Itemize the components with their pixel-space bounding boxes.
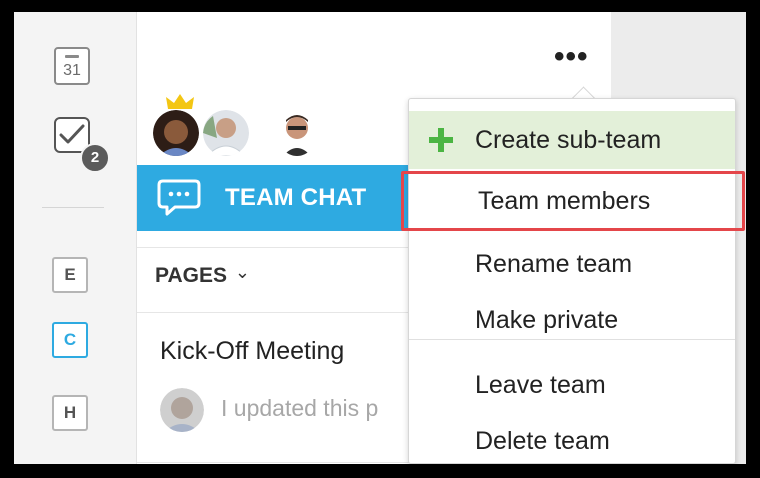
menu-divider xyxy=(409,339,735,340)
checkmark-icon xyxy=(59,124,85,144)
left-rail: 31 2 E C H xyxy=(14,12,137,464)
menu-item-label: Delete team xyxy=(475,427,610,455)
create-sub-team-item[interactable]: Create sub-team xyxy=(409,111,735,169)
avatar-member-2[interactable] xyxy=(203,110,249,156)
divider xyxy=(137,462,437,463)
task-count-badge: 2 xyxy=(80,143,110,173)
page-item-author-avatar xyxy=(160,388,204,432)
team-chat-label: TEAM CHAT xyxy=(225,184,367,211)
pages-dropdown[interactable]: PAGES ⌄ xyxy=(155,262,250,288)
divider xyxy=(137,247,437,248)
rail-divider xyxy=(42,207,104,208)
menu-item-label: Rename team xyxy=(475,250,633,278)
team-letter-c[interactable]: C xyxy=(52,322,88,358)
team-members-item[interactable]: Team members xyxy=(401,171,745,231)
menu-item-label: Make private xyxy=(475,306,619,334)
menu-item-label: Create sub-team xyxy=(475,126,662,154)
plus-icon xyxy=(429,128,453,152)
pages-label: PAGES xyxy=(155,264,227,287)
team-chat-tab[interactable]: TEAM CHAT xyxy=(137,165,437,231)
calendar-icon[interactable]: 31 xyxy=(54,47,90,85)
crown-icon xyxy=(166,94,194,109)
delete-team-item[interactable]: Delete team xyxy=(409,412,735,464)
leave-team-item[interactable]: Leave team xyxy=(409,356,735,414)
avatar-member-3[interactable] xyxy=(277,110,317,156)
more-dots-icon[interactable]: ••• xyxy=(554,42,589,72)
chat-bubble-icon xyxy=(157,179,201,216)
team-letter-e[interactable]: E xyxy=(52,257,88,293)
page-item-title[interactable]: Kick-Off Meeting xyxy=(160,337,344,366)
chevron-down-icon: ⌄ xyxy=(234,262,250,282)
page-item-snippet: I updated this p xyxy=(221,395,379,421)
calendar-bar xyxy=(65,55,79,58)
menu-item-label: Leave team xyxy=(475,371,606,399)
team-options-menu: Create sub-team Team members Rename team… xyxy=(401,98,745,464)
avatar-owner[interactable] xyxy=(153,110,199,156)
make-private-item[interactable]: Make private xyxy=(409,291,735,349)
menu-item-label: Team members xyxy=(478,187,651,215)
calendar-day: 31 xyxy=(63,62,81,79)
rename-team-item[interactable]: Rename team xyxy=(409,235,735,293)
team-letter-h[interactable]: H xyxy=(52,395,88,431)
divider xyxy=(137,312,437,313)
app-frame: 31 2 E C H ••• TEAM CHAT PAGES ⌄ Kick-Of… xyxy=(14,12,746,464)
